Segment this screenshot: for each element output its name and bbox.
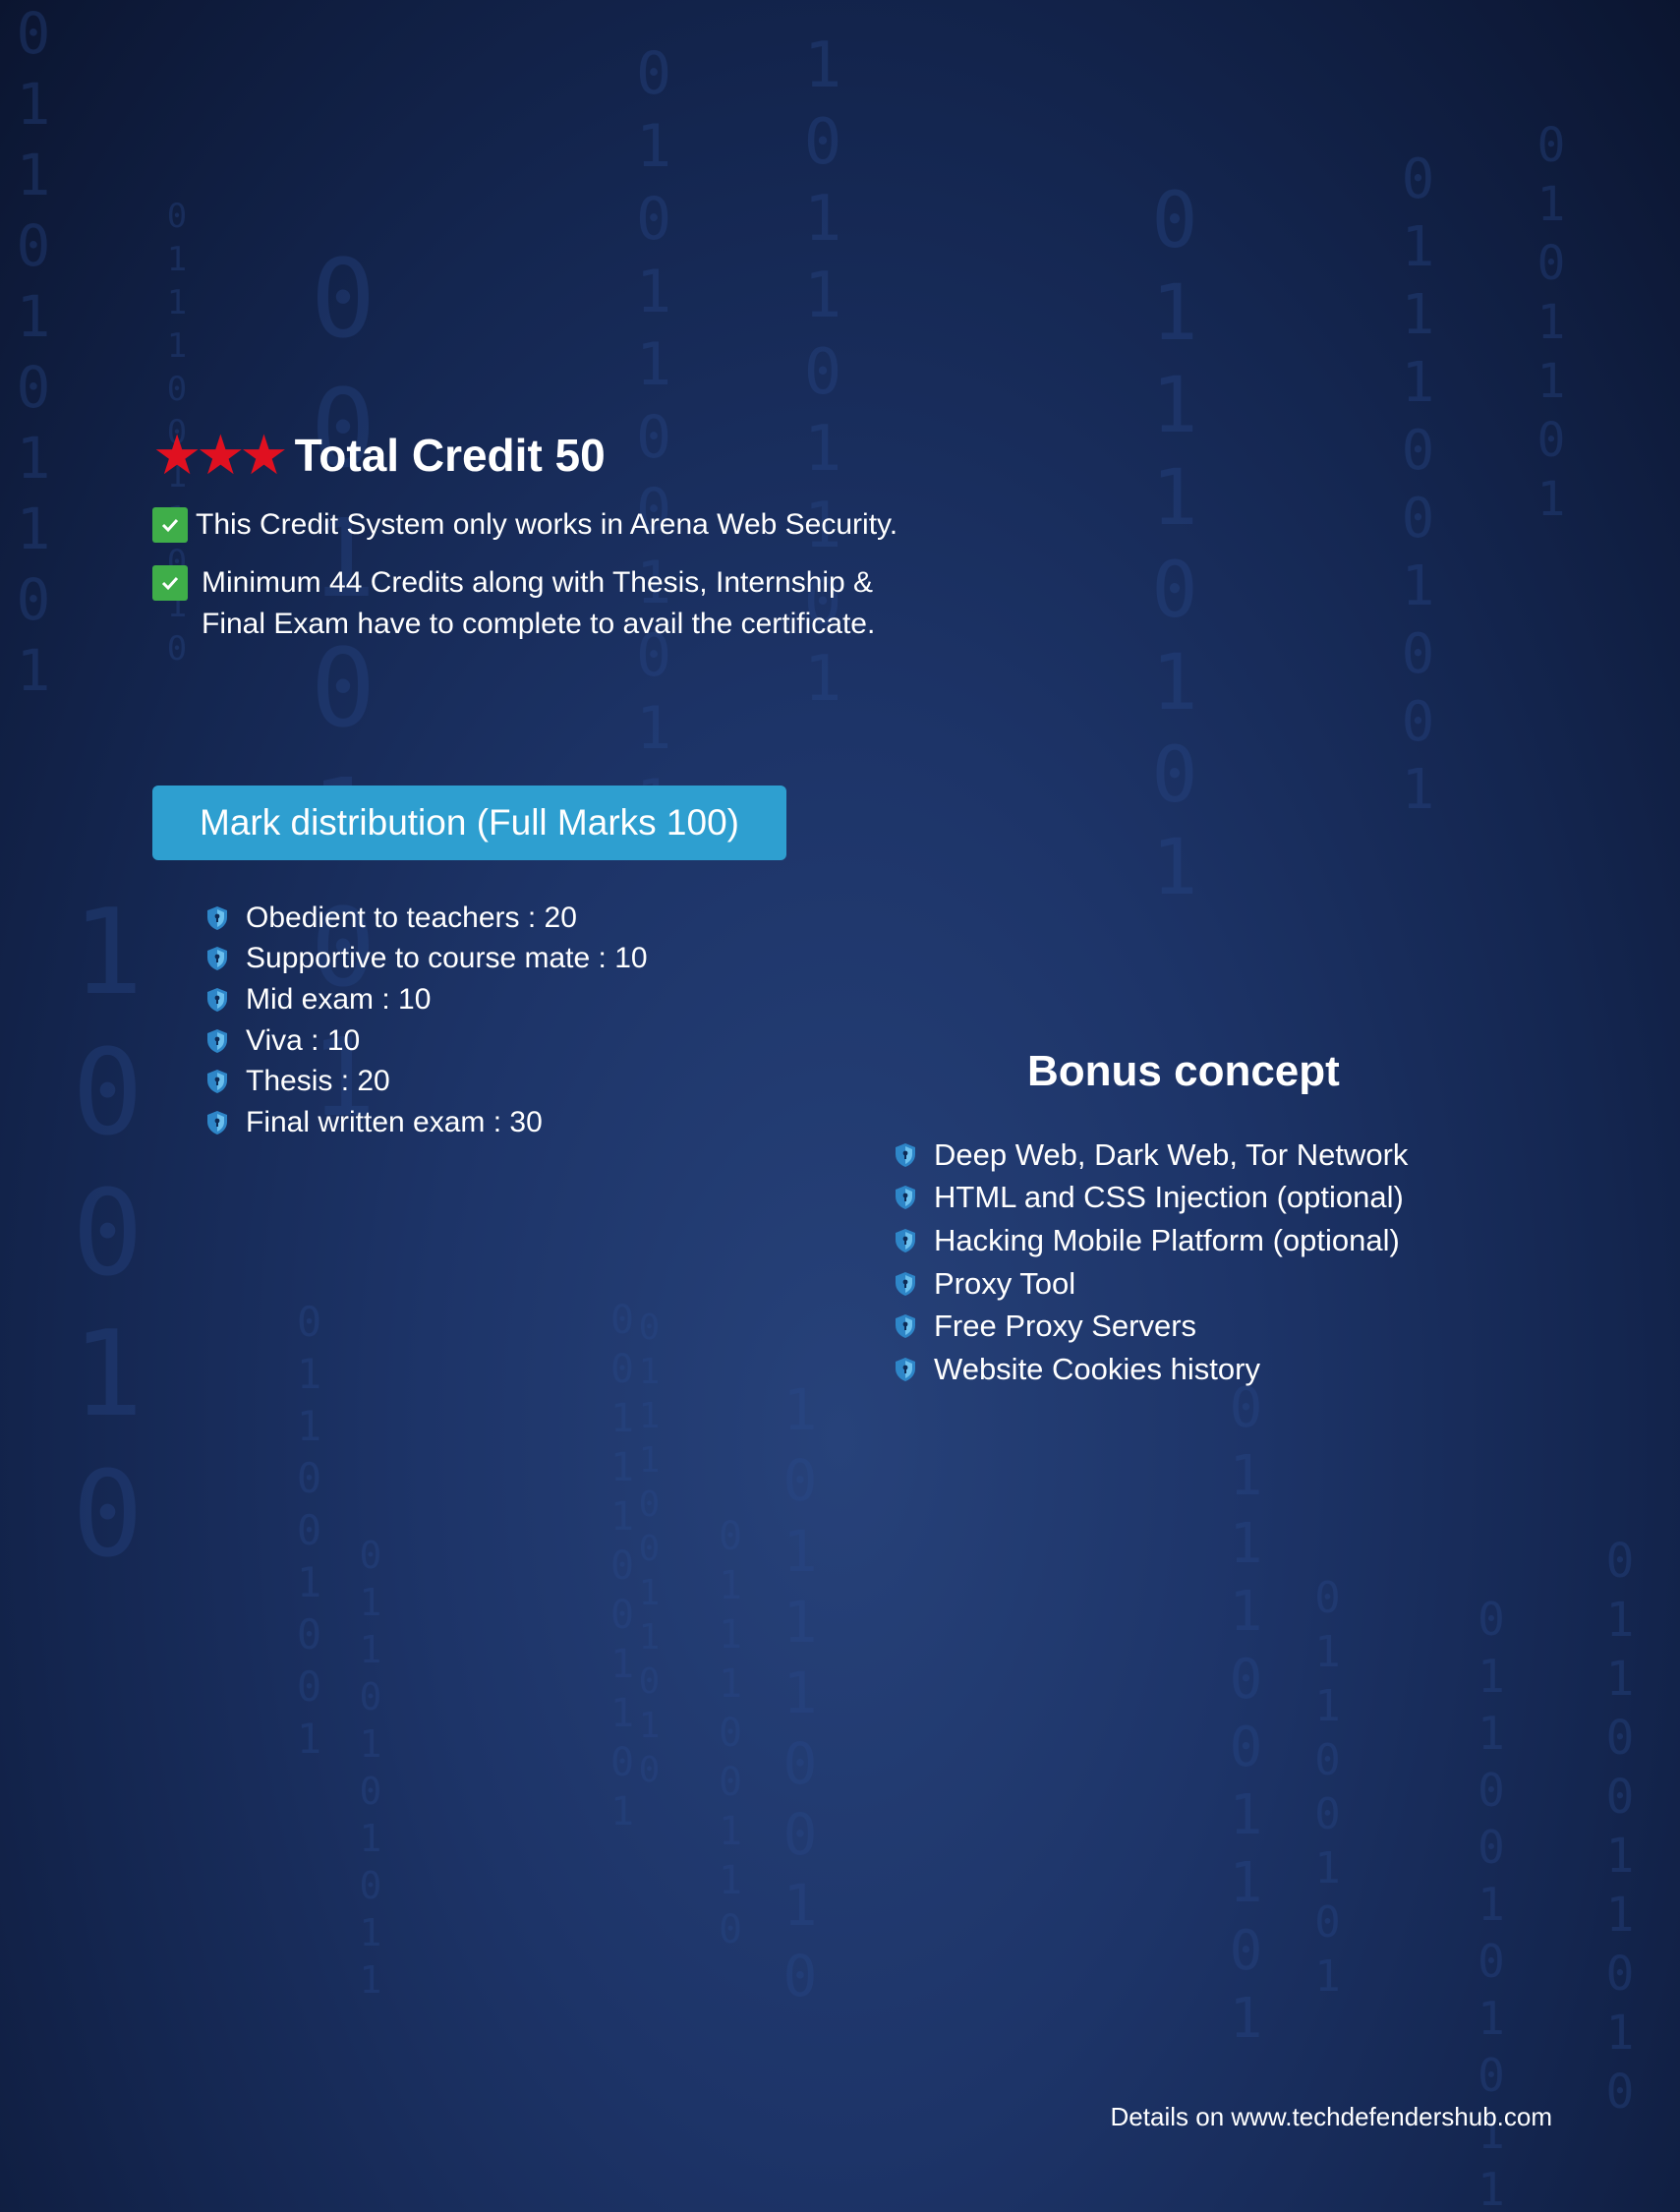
shield-icon	[207, 987, 227, 1012]
note-item: This Credit System only works in Arena W…	[152, 504, 898, 546]
star-icon: ★	[196, 424, 246, 486]
list-item: Deep Web, Dark Web, Tor Network	[895, 1134, 1408, 1177]
mark-list: Obedient to teachers : 20 Supportive to …	[206, 898, 648, 1143]
check-icon	[152, 507, 188, 543]
shield-icon	[896, 1186, 915, 1210]
list-item: Proxy Tool	[895, 1262, 1408, 1306]
footer-link-text: Details on www.techdefendershub.com	[1110, 2102, 1552, 2131]
shield-icon	[207, 905, 227, 930]
shield-icon	[207, 1070, 227, 1094]
list-item: Final written exam : 30	[206, 1102, 648, 1143]
check-icon	[152, 565, 188, 601]
note-text-line: Minimum 44 Credits along with Thesis, In…	[202, 566, 874, 599]
list-item: Obedient to teachers : 20	[206, 898, 648, 939]
credit-header: ★ ★ ★ Total Credit 50	[152, 428, 606, 483]
shield-icon	[207, 947, 227, 971]
stars-rating: ★ ★ ★	[152, 424, 289, 486]
note-text: This Credit System only works in Arena W…	[196, 508, 898, 541]
list-item: Mid exam : 10	[206, 979, 648, 1020]
star-icon: ★	[239, 424, 289, 486]
list-item: Thesis : 20	[206, 1061, 648, 1102]
list-item: Website Cookies history	[895, 1348, 1408, 1391]
note-item: Minimum 44 Credits along with Thesis, In…	[152, 562, 875, 645]
shield-icon	[207, 1028, 227, 1053]
shield-icon	[896, 1271, 915, 1296]
shield-icon	[896, 1357, 915, 1381]
credit-title: Total Credit 50	[294, 430, 606, 481]
shield-icon	[896, 1142, 915, 1167]
list-item: Hacking Mobile Platform (optional)	[895, 1219, 1408, 1262]
bonus-title: Bonus concept	[1027, 1047, 1340, 1095]
list-item: Free Proxy Servers	[895, 1305, 1408, 1348]
list-item: HTML and CSS Injection (optional)	[895, 1177, 1408, 1220]
bonus-list: Deep Web, Dark Web, Tor Network HTML and…	[895, 1134, 1408, 1391]
list-item: Supportive to course mate : 10	[206, 939, 648, 980]
shield-icon	[896, 1314, 915, 1339]
mark-distribution-banner: Mark distribution (Full Marks 100)	[152, 786, 786, 860]
note-text-line: Final Exam have to complete to avail the…	[202, 608, 876, 640]
shield-icon	[896, 1228, 915, 1252]
shield-icon	[207, 1110, 227, 1135]
list-item: Viva : 10	[206, 1020, 648, 1062]
star-icon: ★	[152, 424, 203, 486]
